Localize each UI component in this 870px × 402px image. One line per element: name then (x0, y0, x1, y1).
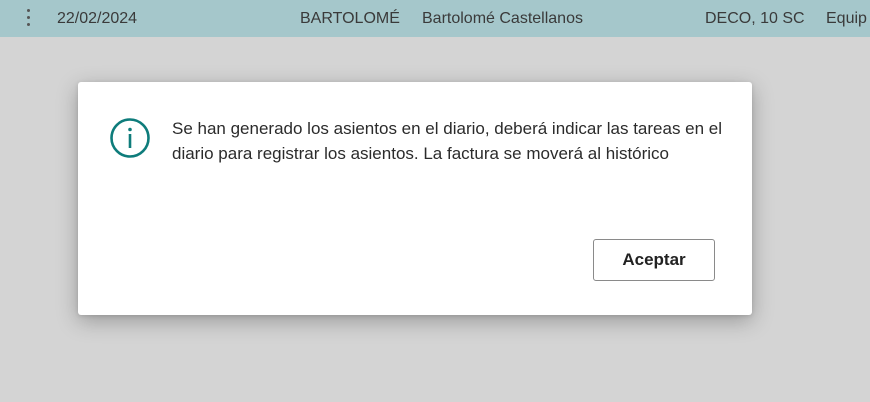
row-category: Equip (826, 10, 867, 27)
row-more-options-icon[interactable] (22, 7, 36, 29)
row-date: 22/02/2024 (57, 10, 138, 27)
page: 22/02/2024 BARTOLOMÉ Bartolomé Castellan… (0, 0, 870, 402)
row-name: Bartolomé Castellanos (422, 10, 583, 27)
row-code: BARTOLOMÉ (300, 10, 400, 27)
accept-button[interactable]: Aceptar (593, 239, 715, 281)
dialog-message: Se han generado los asientos en el diari… (172, 119, 723, 163)
info-icon (110, 118, 150, 158)
background-list-row: 22/02/2024 BARTOLOMÉ Bartolomé Castellan… (0, 0, 870, 37)
row-department: DECO, 10 SC (705, 10, 805, 27)
info-dialog: Se han generado los asientos en el diari… (78, 82, 752, 315)
